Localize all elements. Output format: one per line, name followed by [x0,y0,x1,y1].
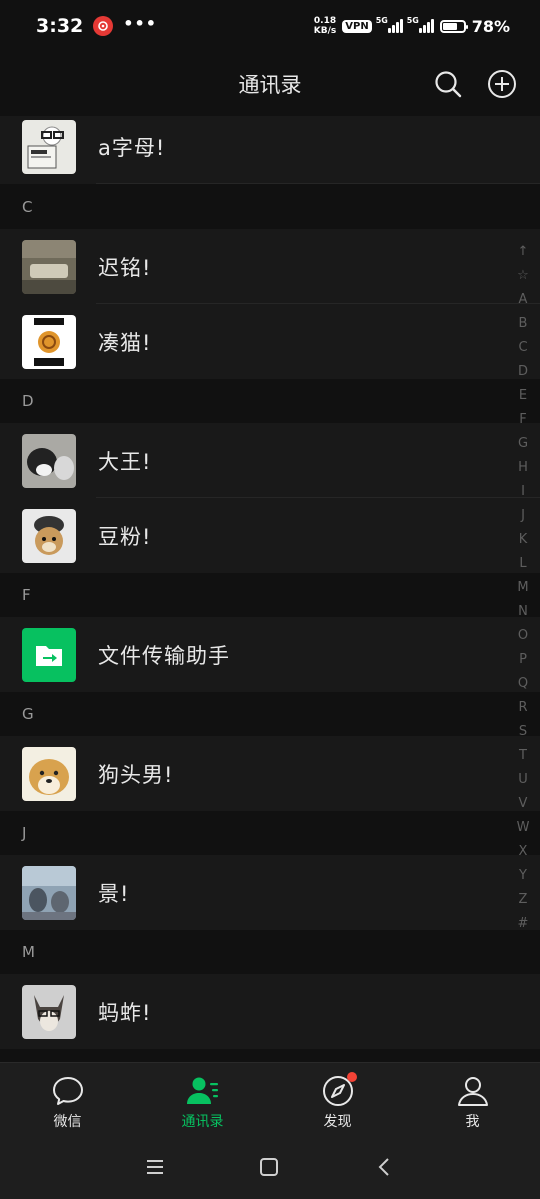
chat-bubble-icon [52,1076,83,1105]
clock: 3:32 [36,15,84,37]
index-letter[interactable]: L [519,552,526,576]
contact-row[interactable]: 蚂蚱! [0,974,540,1049]
avatar [22,865,76,920]
index-letter[interactable]: W [517,816,530,840]
index-letter[interactable]: G [518,432,528,456]
signal-icon: 5G [407,16,434,33]
contact-name: 蚂蚱! [98,1000,152,1025]
index-letter[interactable]: H [518,456,528,480]
page-title: 通讯录 [238,73,302,97]
index-letter[interactable]: F [519,408,526,432]
index-letter[interactable]: ↑ [518,240,529,264]
tab-label: 发现 [323,1113,352,1130]
back-icon[interactable] [375,1157,395,1177]
avatar [22,984,76,1039]
contact-name: 狗头男! [98,762,174,787]
index-letter[interactable]: J [521,504,525,528]
menu-icon[interactable] [145,1157,165,1177]
index-letter[interactable]: S [519,720,527,744]
tab-label: 通讯录 [181,1113,224,1130]
system-navigation [0,1140,540,1199]
index-letter[interactable]: M [517,576,528,600]
index-letter[interactable]: Y [519,864,527,888]
contact-row[interactable]: 文件传输助手 [0,617,540,692]
index-letter[interactable]: B [519,312,528,336]
avatar [22,239,76,294]
tab-label: 我 [465,1113,480,1130]
index-letter[interactable]: R [518,696,527,720]
battery-icon [439,19,468,33]
search-icon[interactable] [434,70,462,98]
contact-name: 迟铭! [98,255,152,280]
music-app-icon [93,16,114,36]
contact-name: a字母! [98,135,166,160]
tab-me[interactable]: 我 [405,1063,540,1141]
contact-name: 大王! [98,449,152,474]
avatar [22,746,76,801]
file-transfer-avatar [22,627,76,682]
add-icon[interactable] [487,69,517,99]
contact-row[interactable]: 凑猫! [0,304,540,379]
contact-row[interactable]: 迟铭! [0,229,540,304]
vpn-badge: VPN [342,19,372,33]
index-letter[interactable]: O [518,624,528,648]
index-letter[interactable]: D [518,360,528,384]
contact-name: 豆粉! [98,524,152,549]
contact-name: 凑猫! [98,330,152,355]
contact-row[interactable]: 豆粉! [0,498,540,573]
section-header: F [0,573,540,617]
tab-contacts[interactable]: 通讯录 [135,1063,270,1141]
index-letter[interactable]: Z [519,888,528,912]
home-icon[interactable] [259,1157,279,1177]
index-letter[interactable]: V [519,792,528,816]
alphabet-index[interactable]: ↑ ☆ A B C D E F G H I J K L M N O P Q R S T U V W X Y Z # [514,240,532,936]
contacts-icon [186,1077,218,1104]
person-icon [457,1076,488,1106]
section-header: D [0,379,540,423]
index-letter[interactable]: A [519,288,528,312]
section-header: G [0,692,540,736]
contact-name: 文件传输助手 [98,643,230,668]
index-letter[interactable]: Q [518,672,528,696]
tab-chats[interactable]: 微信 [0,1063,135,1141]
contact-row[interactable]: 狗头男! [0,736,540,811]
more-notifications-icon: ••• [123,13,157,33]
index-letter[interactable]: ☆ [517,264,529,288]
avatar [22,314,76,369]
index-letter[interactable]: C [518,336,527,360]
signal-icon: 5G [376,16,403,33]
index-letter[interactable]: T [519,744,527,768]
index-letter[interactable]: P [519,648,527,672]
section-header: J [0,811,540,855]
avatar [22,119,76,174]
network-speed: 0.18 KB/s [313,16,337,36]
section-header: C [0,185,540,229]
contact-row[interactable]: 大王! [0,423,540,498]
contact-list[interactable]: a字母! C 迟铭! 凑猫! D 大王! 豆粉! F 文件传输助手 G 狗头男!… [0,116,540,1062]
contact-row[interactable]: 景! [0,855,540,930]
section-header: M [0,930,540,974]
battery-percent: 78% [471,16,510,36]
contact-row[interactable]: a字母! [0,116,540,184]
tab-label: 微信 [53,1113,82,1130]
index-letter[interactable]: N [518,600,528,624]
index-letter[interactable]: I [521,480,525,504]
index-letter[interactable]: U [518,768,528,792]
notification-dot [347,1072,357,1082]
tab-discover[interactable]: 发现 [270,1063,405,1141]
index-letter[interactable]: X [519,840,528,864]
avatar [22,508,76,563]
contact-name: 景! [98,881,130,906]
nav-bar: 通讯录 [0,52,540,116]
index-letter[interactable]: K [519,528,528,552]
tab-bar: 微信 通讯录 发现 我 [0,1062,540,1141]
index-letter[interactable]: # [518,912,529,936]
index-letter[interactable]: E [519,384,527,408]
status-bar: 3:32 ••• 0.18 KB/s VPN 5G 5G 78% [0,0,540,52]
avatar [22,433,76,488]
